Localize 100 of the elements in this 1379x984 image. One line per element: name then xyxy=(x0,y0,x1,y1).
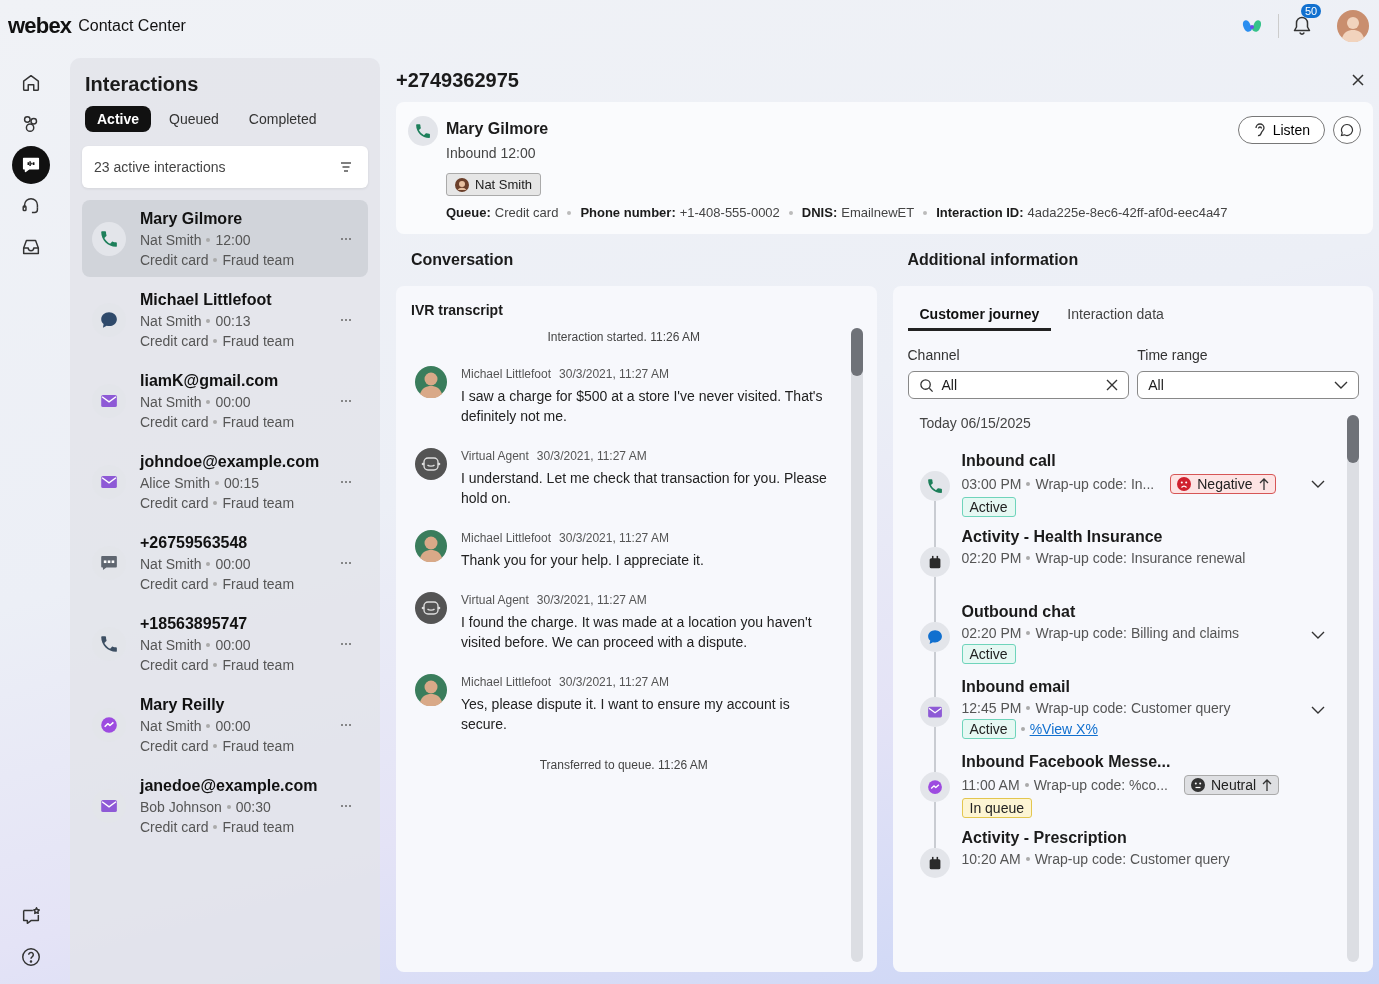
message-button[interactable] xyxy=(1333,116,1361,144)
duration: 00:00 xyxy=(215,554,251,573)
chevron-down-icon[interactable] xyxy=(1311,631,1325,639)
status-badge: Active xyxy=(961,497,1016,517)
interaction-title: janedoe@example.com xyxy=(140,775,319,796)
interaction-item[interactable]: liamK@gmail.com Nat Smith 00:00 Credit card Fraud team xyxy=(82,362,368,439)
queue-name: Credit card xyxy=(140,493,209,512)
filter-tab[interactable]: Queued xyxy=(157,106,231,132)
sender-name: Michael Littlefoot xyxy=(461,674,552,690)
more-icon[interactable] xyxy=(340,398,352,403)
info-tab[interactable]: Customer journey xyxy=(907,302,1052,331)
panel-title: Interactions xyxy=(85,72,200,96)
team-name: Fraud team xyxy=(222,331,295,350)
status-badge: Active xyxy=(961,644,1016,664)
channel-field[interactable]: All xyxy=(907,371,1130,399)
event-text: Transferred to queue. 11:26 AM xyxy=(538,758,709,772)
duration: 00:30 xyxy=(235,797,271,816)
more-icon[interactable] xyxy=(340,803,352,808)
field-value: +1-408-555-0002 xyxy=(679,205,780,220)
more-icon[interactable] xyxy=(340,722,352,727)
event-text: Interaction started. 11:26 AM xyxy=(546,330,701,344)
agent-name: Nat Smith xyxy=(140,716,202,735)
close-icon[interactable] xyxy=(1351,73,1365,87)
more-icon[interactable] xyxy=(340,641,352,646)
message-text: I understand. Let me check that transaction for you. Please hold on. xyxy=(461,469,828,508)
team-name: Fraud team xyxy=(222,736,295,755)
queue-name: Credit card xyxy=(140,736,209,755)
time-range-dropdown[interactable]: All xyxy=(1137,371,1359,399)
field-label: DNIS: xyxy=(801,205,838,220)
bot-icon xyxy=(415,592,447,624)
interaction-item[interactable]: Mary Reilly Nat Smith 00:00 Credit card Fraud team xyxy=(82,686,368,763)
view-link[interactable]: %View X% xyxy=(1029,721,1098,737)
filter-icon[interactable] xyxy=(340,162,352,172)
sentiment-badge: Negative xyxy=(1170,474,1276,494)
journey-title: Inbound Facebook Messe... xyxy=(961,752,1172,772)
interaction-title: liamK@gmail.com xyxy=(140,370,280,391)
chat-bubble-icon xyxy=(1340,123,1354,137)
field-label: Queue: xyxy=(446,205,491,220)
journey-title: Activity - Health Insurance xyxy=(961,527,1164,547)
message-text: Thank you for your help. I appreciate it. xyxy=(461,551,705,570)
queue-name: Credit card xyxy=(140,655,209,674)
field-value: All xyxy=(941,377,959,393)
event-time: 03:00 PM xyxy=(961,476,1022,492)
status-badge: In queue xyxy=(961,798,1032,818)
duration: 00:15 xyxy=(224,473,260,492)
interaction-item[interactable]: Michael Littlefoot Nat Smith 00:13 Credit card Fraud team xyxy=(82,281,368,358)
sender-name: Virtual Agent xyxy=(461,592,529,608)
phone-icon xyxy=(92,221,126,256)
message-time: 30/3/2021, 11:27 AM xyxy=(559,674,669,690)
wrap-up-code: Wrap-up code: Customer query xyxy=(1034,851,1230,867)
interaction-item[interactable]: johndoe@example.com Alice Smith 00:15 Credit card Fraud team xyxy=(82,443,368,520)
chevron-down-icon[interactable] xyxy=(1311,480,1325,488)
envelope-icon xyxy=(919,697,950,727)
sender-name: Michael Littlefoot xyxy=(461,366,552,382)
team-name: Fraud team xyxy=(222,250,295,269)
filter-tab[interactable]: Active xyxy=(85,106,152,132)
phone-icon xyxy=(919,471,950,501)
more-icon[interactable] xyxy=(340,317,352,322)
team-name: Fraud team xyxy=(222,574,295,593)
app-icon[interactable] xyxy=(1242,18,1262,34)
team-name: Fraud team xyxy=(222,412,295,431)
team-name: Fraud team xyxy=(222,655,295,674)
message-text: I saw a charge for $500 at a store I've never visited. That's definitely not me. xyxy=(461,387,824,426)
listen-button[interactable]: Listen xyxy=(1237,116,1325,144)
calendar-icon xyxy=(919,848,950,878)
duration: 00:00 xyxy=(215,392,251,411)
status-badge: Active xyxy=(961,719,1016,739)
transcript-title: IVR transcript xyxy=(411,302,504,318)
queue-name: Credit card xyxy=(140,412,209,431)
chat-star-icon xyxy=(20,905,42,927)
bell-icon[interactable] xyxy=(1293,16,1311,36)
message-time: 30/3/2021, 11:27 AM xyxy=(536,448,647,464)
interaction-count: 23 active interactions xyxy=(94,159,226,175)
more-icon[interactable] xyxy=(340,560,352,565)
interaction-item[interactable]: Mary Gilmore Nat Smith 12:00 Credit card Fraud team xyxy=(82,200,368,277)
interaction-item[interactable]: janedoe@example.com Bob Johnson 00:30 Credit card Fraud team xyxy=(82,767,368,844)
interactions-nav-button[interactable] xyxy=(12,146,50,184)
team-name: Fraud team xyxy=(222,493,295,512)
wrap-up-code: Wrap-up code: Billing and claims xyxy=(1035,625,1240,641)
field-value: 4ada225e-8ec6-42ff-af0d-eec4a47 xyxy=(1027,205,1228,220)
chevron-down-icon[interactable] xyxy=(1311,706,1325,714)
clear-icon[interactable] xyxy=(1106,379,1119,391)
queue-name: Credit card xyxy=(140,817,209,836)
more-icon[interactable] xyxy=(340,479,352,484)
interaction-item[interactable]: +26759563548 Nat Smith 00:00 Credit card Fraud team xyxy=(82,524,368,601)
scrollbar[interactable] xyxy=(1347,415,1359,962)
filter-tab[interactable]: Completed xyxy=(236,106,329,132)
agent-name: Alice Smith xyxy=(140,473,211,492)
sentiment-badge: Neutral xyxy=(1184,775,1280,795)
scrollbar[interactable] xyxy=(850,328,863,962)
event-time: 12:45 PM xyxy=(961,700,1022,716)
more-icon[interactable] xyxy=(340,236,352,241)
info-tab[interactable]: Interaction data xyxy=(1055,302,1176,331)
interaction-item[interactable]: +18563895747 Nat Smith 00:00 Credit card Fraud team xyxy=(82,605,368,682)
section-heading: Conversation xyxy=(411,250,515,270)
field-label: Phone number: xyxy=(580,205,676,220)
duration: 00:00 xyxy=(215,716,251,735)
phone-icon xyxy=(408,116,438,146)
person-avatar xyxy=(415,674,447,706)
sender-name: Michael Littlefoot xyxy=(461,530,552,546)
